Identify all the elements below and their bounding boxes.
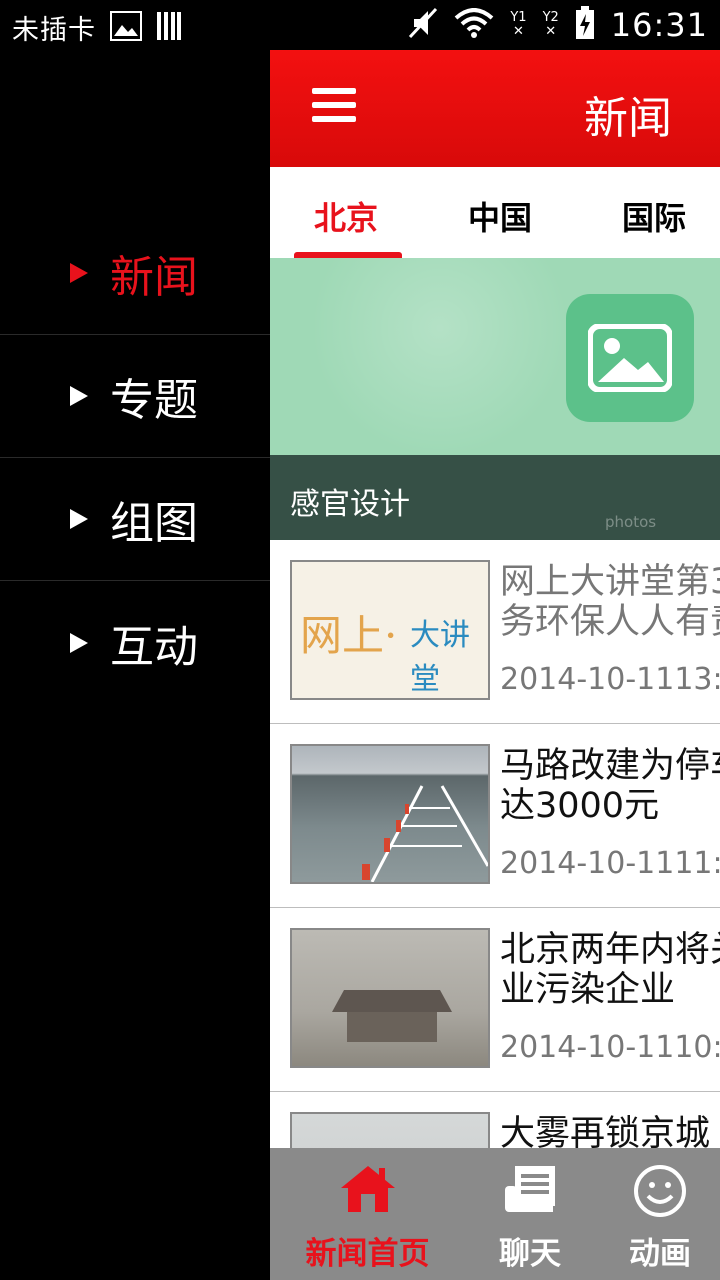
news-title-line: 业污染企业: [500, 970, 676, 1010]
navigation-drawer: 新闻 专题 组图 互动: [0, 50, 270, 1280]
news-title: 马路改建为停车 达3000元: [500, 746, 720, 826]
news-title-line: 马路改建为停车: [500, 746, 720, 786]
news-title-line: 达3000元: [500, 786, 660, 826]
sim1-signal-icon: Y1 ✕: [510, 10, 527, 39]
news-thumbnail: [290, 744, 490, 884]
nav-news-home[interactable]: 新闻首页: [290, 1148, 445, 1280]
image-placeholder-icon: [566, 294, 694, 422]
storage-icon: [156, 11, 182, 45]
clock: 16:31: [610, 6, 708, 44]
sim2-signal-icon: Y2 ✕: [542, 10, 559, 39]
news-date: 2014-10-1110:3: [500, 1030, 720, 1065]
status-left: 未插卡: [12, 8, 182, 47]
thumbnail-building: [332, 990, 452, 1012]
news-title: 网上大讲堂第3 务环保人人有责: [500, 562, 720, 642]
thumbnail-text: 网上·: [300, 611, 398, 660]
image-icon: [110, 10, 142, 45]
news-item[interactable]: 北京两年内将关 业污染企业 2014-10-1110:3: [270, 908, 720, 1092]
drawer-item-label: 组图: [110, 498, 198, 549]
thumbnail-building: [347, 1012, 437, 1042]
news-item[interactable]: 网上· 大讲堂 网上大讲堂第3 务环保人人有责 2014-10-1113:1: [270, 540, 720, 724]
news-title-line: 务环保人人有责: [500, 602, 720, 642]
tab-international[interactable]: 国际: [622, 193, 686, 239]
triangle-right-icon: [70, 386, 88, 406]
banner-caption-text: 感官设计: [290, 487, 410, 522]
tab-beijing[interactable]: 北京: [314, 193, 378, 239]
nav-animation[interactable]: 动画: [610, 1148, 710, 1280]
news-thumbnail: 网上· 大讲堂: [290, 560, 490, 700]
banner-glow: [310, 258, 570, 458]
nav-chat[interactable]: 聊天: [470, 1148, 590, 1280]
menu-icon[interactable]: [312, 88, 356, 128]
nav-label: 聊天: [499, 1236, 561, 1272]
battery-charging-icon: [575, 6, 595, 44]
drawer-item-label: 互动: [110, 621, 198, 673]
news-item[interactable]: 马路改建为停车 达3000元 2014-10-1111:2: [270, 724, 720, 908]
nav-label: 新闻首页: [305, 1236, 430, 1272]
category-tabs: 北京 中国 国际: [270, 167, 720, 258]
banner-watermark: photos: [605, 513, 657, 531]
news-title-line: 网上大讲堂第3: [500, 562, 720, 602]
home-icon: [339, 1164, 397, 1218]
sim2-label: Y2: [542, 10, 559, 25]
triangle-right-icon: [70, 509, 88, 529]
drawer-item-interaction[interactable]: 互动: [0, 581, 270, 704]
page-title: 新闻: [584, 93, 672, 144]
drawer-item-gallery[interactable]: 组图: [0, 458, 270, 581]
status-bar: 未插卡 Y1 ✕ Y2 ✕ 16:31: [0, 0, 720, 50]
triangle-right-icon: [70, 632, 88, 653]
main-content: 新闻 北京 中国 国际 感官设计 photos 网上· 大讲堂 网上大讲堂第3 …: [270, 50, 720, 1280]
news-thumbnail: [290, 928, 490, 1068]
tab-china[interactable]: 中国: [468, 193, 532, 239]
news-title-line: 北京两年内将关: [500, 930, 720, 970]
sim1-label: Y1: [510, 10, 527, 25]
triangle-right-icon: [70, 263, 88, 283]
drawer-item-label: 专题: [110, 375, 198, 426]
banner-caption: 感官设计 photos: [270, 455, 720, 540]
drawer-item-topics[interactable]: 专题: [0, 335, 270, 458]
featured-banner[interactable]: 感官设计 photos: [270, 258, 720, 540]
nav-label: 动画: [629, 1236, 691, 1272]
news-date: 2014-10-1111:2: [500, 846, 720, 881]
app-header: 新闻: [270, 50, 720, 167]
thumbnail-text: 大讲堂: [410, 618, 470, 697]
smiley-icon: [633, 1164, 687, 1222]
document-icon: [503, 1164, 557, 1218]
drawer-item-label: 新闻: [110, 252, 198, 303]
mute-icon: [408, 7, 438, 43]
wifi-icon: [454, 8, 494, 42]
bottom-navigation: 新闻首页 聊天 动画: [270, 1148, 720, 1280]
news-title: 北京两年内将关 业污染企业: [500, 930, 720, 1010]
status-right: Y1 ✕ Y2 ✕ 16:31: [408, 6, 708, 44]
carrier-text: 未插卡: [12, 15, 96, 46]
news-date: 2014-10-1113:1: [500, 662, 720, 697]
drawer-item-news[interactable]: 新闻: [0, 212, 270, 335]
